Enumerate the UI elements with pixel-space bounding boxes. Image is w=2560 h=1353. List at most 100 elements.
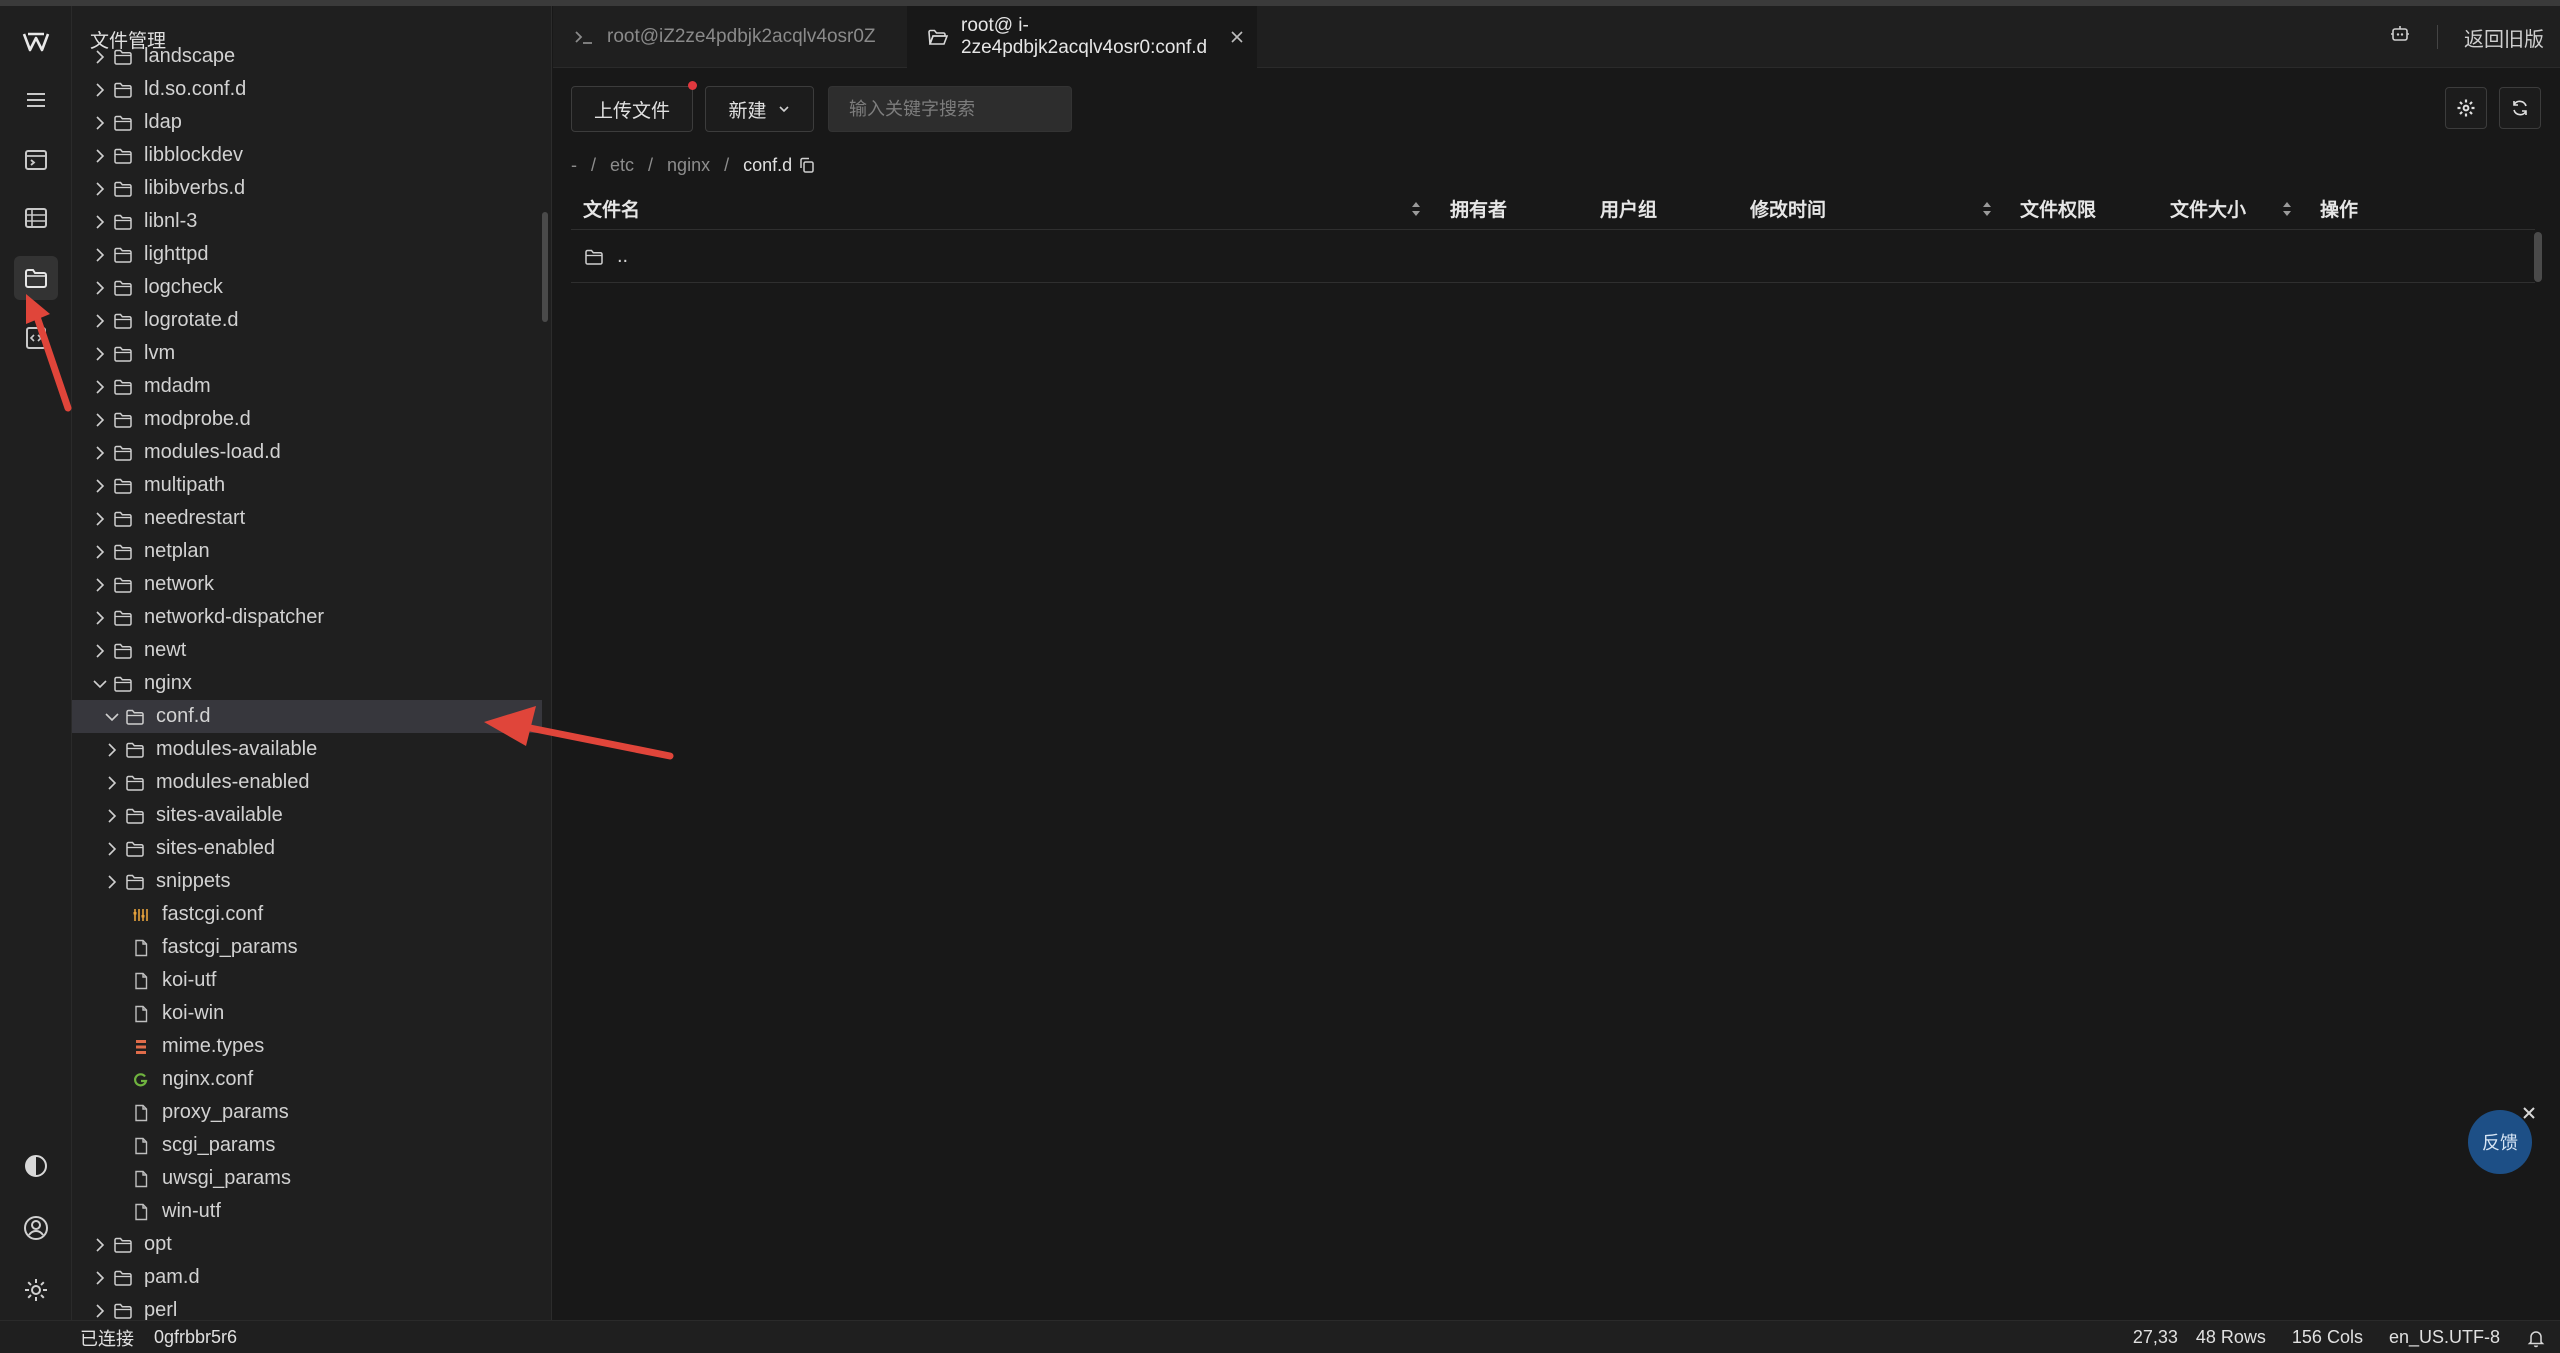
tree-item[interactable]: modules-load.d (72, 436, 542, 469)
tree-item[interactable]: lighttpd (72, 238, 542, 271)
chevron-right-icon[interactable] (102, 773, 122, 793)
chevron-right-icon[interactable] (90, 245, 110, 265)
chevron-right-icon[interactable] (90, 641, 110, 661)
chevron-right-icon[interactable] (90, 575, 110, 595)
tree-item[interactable]: nginx.conf (72, 1063, 542, 1096)
back-to-old-version-link[interactable]: 返回旧版 (2464, 23, 2544, 52)
table-scrollbar[interactable] (2534, 232, 2542, 282)
breadcrumb-root[interactable]: - (571, 155, 577, 176)
chevron-down-icon[interactable] (102, 707, 122, 727)
chevron-right-icon[interactable] (102, 872, 122, 892)
chevron-right-icon[interactable] (102, 740, 122, 760)
close-icon[interactable] (2520, 1104, 2538, 1122)
tree-item[interactable]: newt (72, 634, 542, 667)
account-button[interactable] (14, 1206, 58, 1250)
chevron-right-icon[interactable] (90, 1268, 110, 1288)
refresh-button[interactable] (2499, 87, 2541, 129)
tree-item[interactable]: perl (72, 1294, 542, 1320)
sort-icon[interactable] (1409, 198, 1423, 220)
tree-item[interactable]: sites-enabled (72, 832, 542, 865)
chevron-right-icon[interactable] (90, 410, 110, 430)
tree-item[interactable]: landscape (72, 40, 542, 73)
tree-item[interactable]: needrestart (72, 502, 542, 535)
upload-file-button[interactable]: 上传文件 (571, 86, 693, 132)
chevron-right-icon[interactable] (90, 608, 110, 628)
new-dropdown-button[interactable]: 新建 (705, 86, 814, 132)
column-header-size[interactable]: 文件大小 (2170, 186, 2246, 230)
tree-item[interactable]: fastcgi_params (72, 931, 542, 964)
chevron-right-icon[interactable] (90, 113, 110, 133)
column-header-modified[interactable]: 修改时间 (1750, 186, 1826, 230)
tree-item[interactable]: snippets (72, 865, 542, 898)
tree-item[interactable]: ld.so.conf.d (72, 73, 542, 106)
chevron-right-icon[interactable] (90, 212, 110, 232)
tree-item[interactable]: netplan (72, 535, 542, 568)
chevron-right-icon[interactable] (102, 806, 122, 826)
tree-item[interactable]: nginx (72, 667, 542, 700)
copy-icon[interactable] (798, 156, 816, 174)
chevron-down-icon[interactable] (90, 674, 110, 694)
tree-item[interactable]: sites-available (72, 799, 542, 832)
tree-item[interactable]: modprobe.d (72, 403, 542, 436)
tree-item[interactable]: logrotate.d (72, 304, 542, 337)
tree-item[interactable]: lvm (72, 337, 542, 370)
tree-item[interactable]: libnl-3 (72, 205, 542, 238)
chevron-right-icon[interactable] (90, 80, 110, 100)
chevron-right-icon[interactable] (90, 1301, 110, 1321)
breadcrumb-nginx[interactable]: nginx (667, 155, 710, 176)
column-header-name[interactable]: 文件名 (583, 186, 640, 230)
chevron-right-icon[interactable] (90, 278, 110, 298)
chevron-right-icon[interactable] (90, 47, 110, 67)
bell-icon[interactable] (2526, 1328, 2546, 1348)
settings-button[interactable] (14, 1268, 58, 1312)
tree-item[interactable]: multipath (72, 469, 542, 502)
file-manager-nav-button[interactable] (14, 256, 58, 300)
chevron-right-icon[interactable] (90, 542, 110, 562)
breadcrumb-etc[interactable]: etc (610, 155, 634, 176)
tree-item[interactable]: libblockdev (72, 139, 542, 172)
tab-terminal-session[interactable]: root@iZ2ze4pdbjk2acqlv4osr0Z (553, 6, 907, 68)
server-list-nav-button[interactable] (14, 196, 58, 240)
tree-item[interactable]: networkd-dispatcher (72, 601, 542, 634)
tree-item[interactable]: modules-available (72, 733, 542, 766)
tree-item[interactable]: modules-enabled (72, 766, 542, 799)
search-input[interactable] (828, 86, 1072, 132)
chevron-right-icon[interactable] (102, 839, 122, 859)
tree-item[interactable]: conf.d (72, 700, 542, 733)
tree-item[interactable]: opt (72, 1228, 542, 1261)
tree-item[interactable]: network (72, 568, 542, 601)
terminal-nav-button[interactable] (14, 138, 58, 182)
tree-item[interactable]: mdadm (72, 370, 542, 403)
tree-item[interactable]: logcheck (72, 271, 542, 304)
code-nav-button[interactable] (14, 316, 58, 360)
chat-bot-button[interactable] (2389, 23, 2411, 51)
chevron-right-icon[interactable] (90, 179, 110, 199)
tab-file-manager[interactable]: root@ i-2ze4pdbjk2acqlv4osr0:conf.d (907, 6, 1257, 68)
app-logo[interactable] (14, 20, 58, 64)
tree-item[interactable]: pam.d (72, 1261, 542, 1294)
tree-item[interactable]: win-utf (72, 1195, 542, 1228)
sort-icon[interactable] (1980, 198, 1994, 220)
theme-toggle-button[interactable] (14, 1144, 58, 1188)
tree-item[interactable]: fastcgi.conf (72, 898, 542, 931)
chevron-right-icon[interactable] (90, 509, 110, 529)
tree-item[interactable]: mime.types (72, 1030, 542, 1063)
sort-icon[interactable] (2280, 198, 2294, 220)
chevron-right-icon[interactable] (90, 476, 110, 496)
settings-button[interactable] (2445, 87, 2487, 129)
sidebar-scrollbar[interactable] (542, 212, 548, 322)
chevron-right-icon[interactable] (90, 443, 110, 463)
chevron-right-icon[interactable] (90, 311, 110, 331)
tree-item[interactable]: koi-win (72, 997, 542, 1030)
tree-item[interactable]: ldap (72, 106, 542, 139)
menu-button[interactable] (14, 78, 58, 122)
tree-item[interactable]: scgi_params (72, 1129, 542, 1162)
chevron-right-icon[interactable] (90, 1235, 110, 1255)
tree-item[interactable]: proxy_params (72, 1096, 542, 1129)
table-row[interactable]: .. (571, 231, 2535, 283)
tree-item[interactable]: uwsgi_params (72, 1162, 542, 1195)
tree-item[interactable]: koi-utf (72, 964, 542, 997)
close-icon[interactable] (1229, 29, 1245, 45)
tree-item[interactable]: libibverbs.d (72, 172, 542, 205)
chevron-right-icon[interactable] (90, 377, 110, 397)
